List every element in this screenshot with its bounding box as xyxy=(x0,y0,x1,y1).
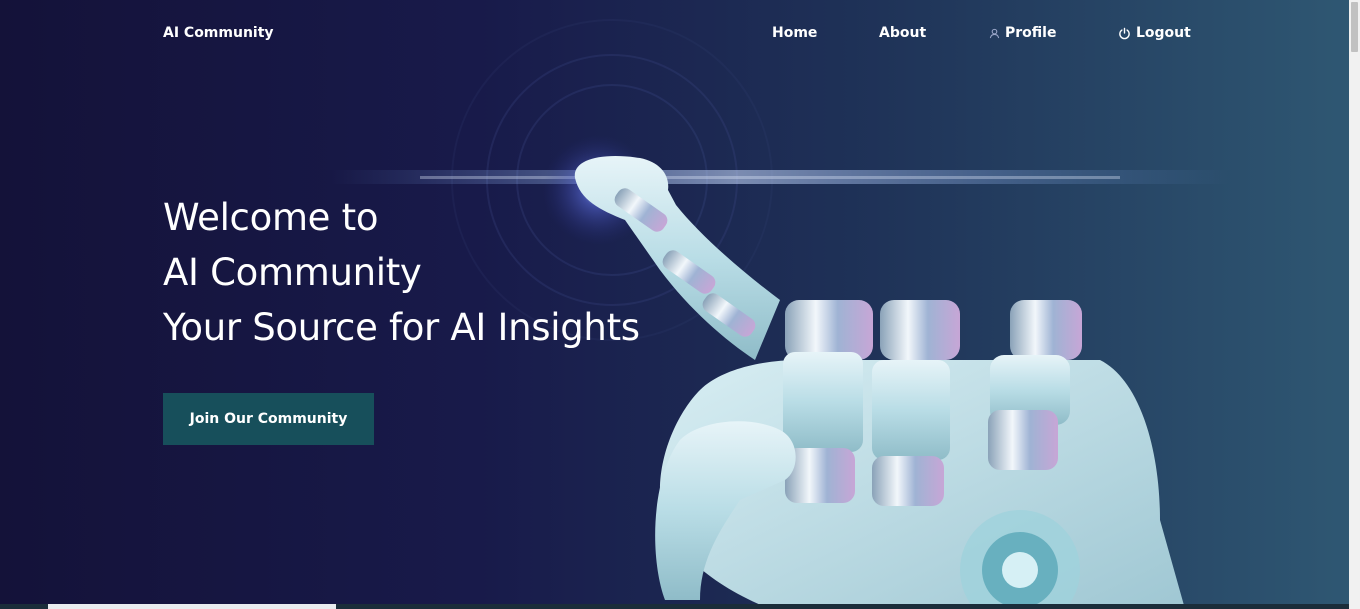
page: AI Community Home About Profile Logout W… xyxy=(0,0,1360,609)
hero-title-line-1: Welcome to xyxy=(163,196,379,239)
hero-title-line-2: AI Community xyxy=(163,251,422,294)
user-icon xyxy=(989,28,1000,39)
nav-about-link[interactable]: About xyxy=(879,25,926,41)
nav-home-link[interactable]: Home xyxy=(772,25,817,41)
nav-profile-link[interactable]: Profile xyxy=(989,25,1056,41)
hero-title: Welcome to AI Community Your Source for … xyxy=(163,190,640,355)
power-icon xyxy=(1118,27,1131,40)
nav-logout-label: Logout xyxy=(1136,25,1191,41)
scrollbar-thumb[interactable] xyxy=(1351,2,1358,52)
join-community-button[interactable]: Join Our Community xyxy=(163,393,374,445)
nav-logout-link[interactable]: Logout xyxy=(1118,25,1191,41)
nav-home-label: Home xyxy=(772,25,818,41)
nav-about-label: About xyxy=(879,25,927,41)
navbar: AI Community Home About Profile Logout xyxy=(0,0,1349,70)
vertical-scrollbar[interactable] xyxy=(1349,0,1360,609)
brand-link[interactable]: AI Community xyxy=(163,25,274,41)
nav-profile-label: Profile xyxy=(1005,25,1057,41)
bottom-edge-highlight xyxy=(48,604,336,609)
hero-title-line-3: Your Source for AI Insights xyxy=(163,306,640,349)
